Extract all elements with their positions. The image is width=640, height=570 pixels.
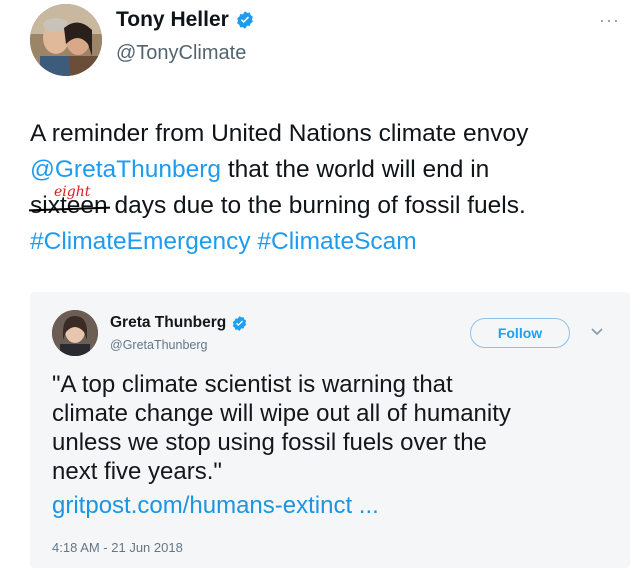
tweet-line: sixteen eight days due to the burning of… [28,184,630,224]
more-options-icon[interactable]: ··· [599,10,620,31]
embed-author-name-label: Greta Thunberg [110,314,227,331]
follow-button[interactable]: Follow [470,318,570,348]
chevron-down-icon[interactable] [590,324,604,338]
embed-text-line: next five years." [52,458,222,485]
tweet-card: Tony Heller @TonyClimate ··· A reminder … [0,0,640,570]
embedded-tweet[interactable]: Greta Thunberg @GretaThunberg Follow "A … [30,292,630,568]
tweet-line: @GretaThunberg that the world will end i… [30,152,630,188]
embed-text-line: "A top climate scientist is warning that [52,371,453,398]
author-avatar[interactable] [30,4,102,76]
tweet-line: A reminder from United Nations climate e… [30,116,630,152]
embed-tweet-text: "A top climate scientist is warning that… [52,370,612,486]
struck-word-wrapper: sixteen eight [28,184,110,224]
tweet-text: A reminder from United Nations climate e… [28,116,630,260]
embed-author-handle[interactable]: @GretaThunberg [110,338,207,352]
embed-text-line: unless we stop using fossil fuels over t… [52,429,487,456]
embed-text-line: climate change will wipe out all of huma… [52,400,511,427]
hashtag-link[interactable]: #ClimateScam [257,228,416,255]
tweet-line: #ClimateEmergency #ClimateScam [30,224,630,260]
tweet-text-segment: days due to the burning of fossil fuels. [107,192,526,219]
embed-author-name[interactable]: Greta Thunberg [110,314,248,332]
embed-author-avatar[interactable] [52,310,98,356]
author-name[interactable]: Tony Heller [116,8,255,32]
author-name-label: Tony Heller [116,8,229,31]
embed-article-link[interactable]: gritpost.com/humans-extinct ... [52,492,379,520]
verified-badge-icon [236,11,253,29]
embed-timestamp[interactable]: 4:18 AM - 21 Jun 2018 [52,540,183,555]
hashtag-link[interactable]: #ClimateEmergency [30,228,251,255]
verified-badge-icon [233,315,247,331]
tweet-text-segment: A reminder from United Nations climate e… [30,120,529,147]
tweet-text-segment: that the world will end in [221,156,490,183]
handwritten-correction: eight [54,184,91,200]
author-handle[interactable]: @TonyClimate [116,42,246,65]
